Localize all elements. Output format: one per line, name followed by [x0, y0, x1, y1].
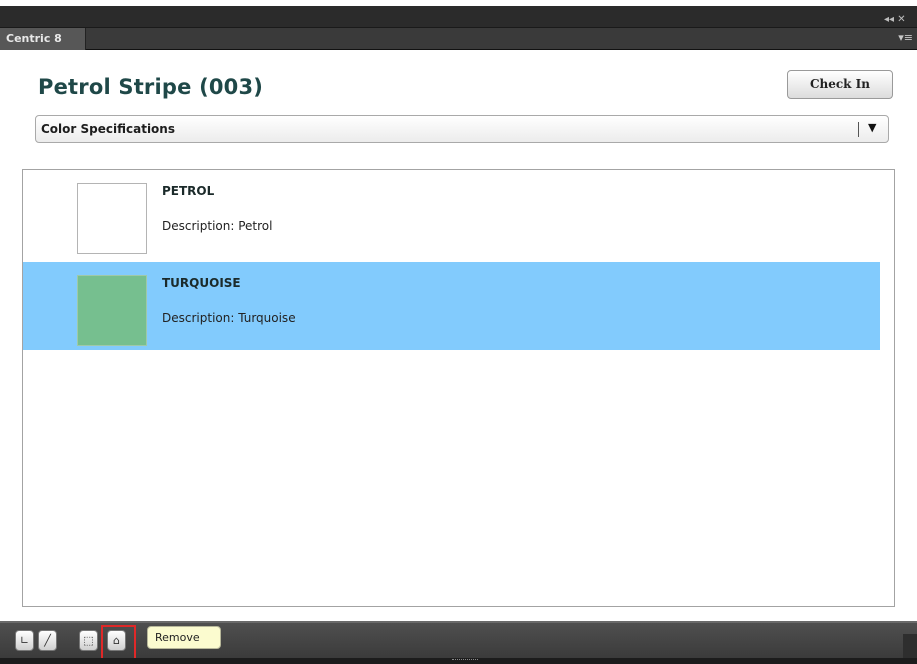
frame-bar: ◂◂ ✕: [0, 6, 917, 28]
dropdown-divider: [858, 122, 859, 137]
color-description: Description: Petrol: [162, 219, 273, 233]
panel-tab-bar: Centric 8 ▾≡: [0, 28, 917, 50]
bottom-toolbar: ∟ ╱ ⬚ ⌂ Remove: [0, 621, 917, 661]
collapse-close-controls[interactable]: ◂◂ ✕: [884, 14, 906, 25]
check-in-button[interactable]: Check In: [787, 70, 893, 99]
status-strip: [0, 658, 917, 664]
resize-grip[interactable]: [452, 659, 478, 662]
color-swatch: [77, 183, 147, 254]
remove-tooltip: Remove: [147, 626, 221, 649]
view-selector-value: Color Specifications: [41, 122, 175, 136]
color-swatch: [77, 275, 147, 346]
add-palette-icon[interactable]: ⬚: [79, 630, 98, 651]
corner-tab: [903, 634, 917, 658]
color-name: PETROL: [162, 184, 215, 198]
color-list: PETROL Description: Petrol TURQUOISE Des…: [22, 169, 895, 607]
color-description: Description: Turquoise: [162, 311, 296, 325]
view-selector-dropdown[interactable]: Color Specifications ▼: [35, 115, 889, 143]
list-item[interactable]: TURQUOISE Description: Turquoise: [23, 262, 880, 350]
pencil-icon[interactable]: ╱: [38, 630, 57, 651]
panel-menu-icon[interactable]: ▾≡: [898, 31, 913, 44]
tab-centric-8[interactable]: Centric 8: [0, 28, 86, 50]
chevron-down-icon[interactable]: ▼: [868, 121, 876, 134]
page-title: Petrol Stripe (003): [38, 75, 264, 99]
list-item[interactable]: PETROL Description: Petrol: [23, 170, 880, 258]
color-name: TURQUOISE: [162, 276, 241, 290]
remove-icon[interactable]: ⌂: [107, 630, 126, 651]
corner-icon[interactable]: ∟: [15, 630, 34, 651]
